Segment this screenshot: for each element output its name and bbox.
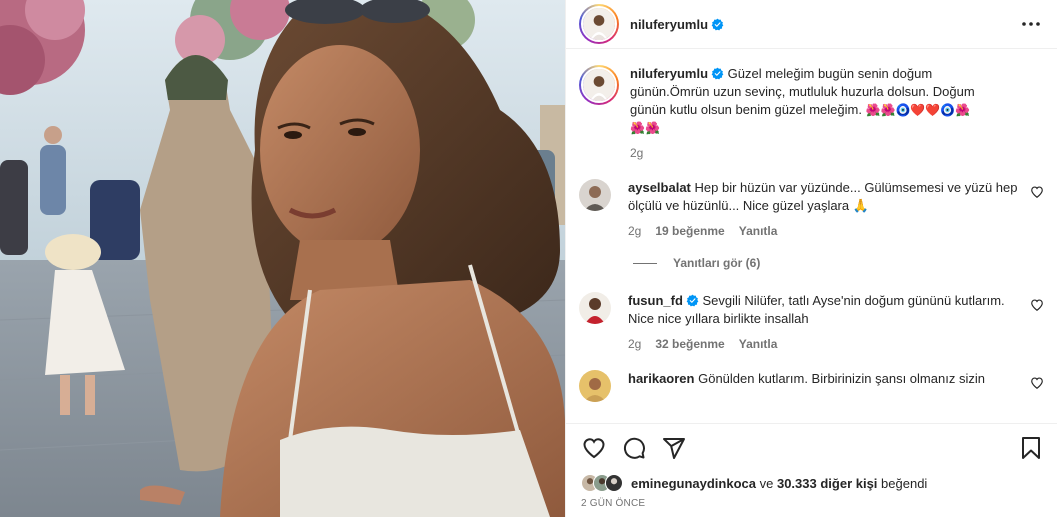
other-likers-count[interactable]: 30.333 diğer kişi xyxy=(777,476,877,491)
share-button[interactable] xyxy=(661,435,687,461)
post-photo-illustration xyxy=(0,0,565,517)
comment-button[interactable] xyxy=(621,435,647,461)
verified-badge-icon xyxy=(686,294,699,307)
post-actions xyxy=(566,423,1057,471)
caption-avatar xyxy=(581,67,617,103)
likes-connector: ve xyxy=(759,475,774,491)
comment-age: 2g xyxy=(628,224,642,238)
comment-body: harikaoren Gönülden kutlarım. Birbiriniz… xyxy=(628,370,1033,402)
author-avatar-ring[interactable] xyxy=(579,4,619,44)
commenter-avatar[interactable] xyxy=(579,179,611,211)
comment-text: Gönülden kutlarım. Birbirinizin şansı ol… xyxy=(698,371,985,386)
comment-row: ayselbalat Hep bir hüzün var yüzünde... … xyxy=(579,179,1057,240)
comment-row: harikaoren Gönülden kutlarım. Birbiriniz… xyxy=(579,370,1057,402)
post-photo[interactable] xyxy=(0,0,565,517)
author-avatar xyxy=(581,6,617,42)
caption-username[interactable]: niluferyumlu xyxy=(630,66,708,81)
more-options-button[interactable] xyxy=(1019,12,1043,36)
caption-body: niluferyumlu Güzel meleğim bugün senin d… xyxy=(630,65,1035,162)
post-side-panel: niluferyumlu niluferyumlu Güzel meleğim … xyxy=(565,0,1057,517)
post-header: niluferyumlu xyxy=(566,0,1057,49)
comment-age: 2g xyxy=(628,337,642,351)
like-button[interactable] xyxy=(581,435,607,461)
save-button[interactable] xyxy=(1018,435,1044,461)
caption-row: niluferyumlu Güzel meleğim bugün senin d… xyxy=(579,65,1057,162)
caption-emojis-line2: 🌺🌺 xyxy=(630,121,660,135)
comment-body: fusun_fd Sevgili Nilüfer, tatlı Ayse'nin… xyxy=(628,292,1033,353)
comment-text: Sevgili Nilüfer, tatlı Ayse'nin doğum gü… xyxy=(628,293,1005,326)
instagram-post-modal: niluferyumlu niluferyumlu Güzel meleğim … xyxy=(0,0,1057,517)
comment-meta: 2g 32 beğenme Yanıtla xyxy=(628,335,1033,353)
paper-plane-icon xyxy=(663,437,685,459)
view-replies-label: Yanıtları gör (6) xyxy=(673,256,761,270)
replies-divider xyxy=(633,262,657,264)
comment-likes[interactable]: 19 beğenme xyxy=(655,222,724,240)
verified-badge-icon xyxy=(711,67,724,80)
reply-button[interactable]: Yanıtla xyxy=(739,335,778,353)
bookmark-icon xyxy=(1022,436,1040,459)
commenter-avatar[interactable] xyxy=(579,370,611,402)
comment-username[interactable]: harikaoren xyxy=(628,371,694,386)
caption-avatar-ring[interactable] xyxy=(579,65,619,105)
liker-avatars xyxy=(581,474,623,492)
comment-like-heart-icon[interactable] xyxy=(1030,185,1044,199)
view-replies-button[interactable]: Yanıtları gör (6) xyxy=(633,256,1057,270)
likes-text: eminegunaydinkoca ve 30.333 diğer kişi b… xyxy=(631,476,927,491)
first-liker-username[interactable]: eminegunaydinkoca xyxy=(631,476,756,491)
commenter-avatar[interactable] xyxy=(579,292,611,324)
comment-body: ayselbalat Hep bir hüzün var yüzünde... … xyxy=(628,179,1033,240)
comment-bubble-icon xyxy=(623,437,645,459)
more-horizontal-icon xyxy=(1022,22,1040,26)
comment-likes[interactable]: 32 beğenme xyxy=(655,335,724,353)
likes-suffix: beğendi xyxy=(881,475,928,491)
caption-text-b: günün.Ömrün uzun sevinç, mutluluk huzurl… xyxy=(630,84,975,99)
reply-button[interactable]: Yanıtla xyxy=(739,222,778,240)
comment-like-heart-icon[interactable] xyxy=(1030,376,1044,390)
verified-badge-icon xyxy=(711,18,724,30)
comment-like-heart-icon[interactable] xyxy=(1030,298,1044,312)
comment-username[interactable]: fusun_fd xyxy=(628,293,683,308)
comments-list[interactable]: niluferyumlu Güzel meleğim bugün senin d… xyxy=(566,49,1057,423)
post-date[interactable]: 2 GÜN ÖNCE xyxy=(566,495,1057,517)
author-username[interactable]: niluferyumlu xyxy=(630,17,708,32)
comment-username[interactable]: ayselbalat xyxy=(628,180,691,195)
caption-text-a: Güzel meleğim bugün senin doğum xyxy=(727,66,933,81)
caption-emojis-line1: 🌺🌺🧿❤️❤️🧿🌺 xyxy=(865,103,971,117)
liker-avatar xyxy=(605,474,623,492)
comment-meta: 2g 19 beğenme Yanıtla xyxy=(628,222,1033,240)
likes-summary: eminegunaydinkoca ve 30.333 diğer kişi b… xyxy=(566,471,1057,495)
heart-icon xyxy=(583,437,605,458)
caption-text-c: günün kutlu olsun benim güzel meleğim. xyxy=(630,102,862,117)
caption-age: 2g xyxy=(630,146,644,160)
comment-row: fusun_fd Sevgili Nilüfer, tatlı Ayse'nin… xyxy=(579,292,1057,353)
caption-meta: 2g xyxy=(630,144,1035,162)
